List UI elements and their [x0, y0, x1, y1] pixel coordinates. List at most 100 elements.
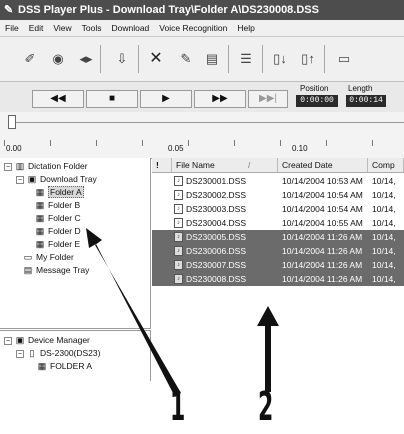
header-file-name[interactable]: File Name / — [172, 158, 278, 172]
table-row[interactable]: ♪ DS230004.DSS 10/14/2004 10:55 AM 10/14, — [152, 216, 404, 230]
table-row[interactable]: ♪ DS230006.DSS 10/14/2004 11:26 AM 10/14, — [152, 244, 404, 258]
created-date-cell: 10/14/2004 10:54 AM — [282, 190, 363, 200]
tree-item-folder-b[interactable]: ▦ Folder B — [34, 199, 80, 211]
play-button[interactable]: ▶ — [140, 90, 192, 108]
table-row[interactable]: ♪ DS230003.DSS 10/14/2004 10:54 AM 10/14, — [152, 202, 404, 216]
created-date-cell: 10/14/2004 11:26 AM — [282, 246, 363, 256]
tree-item-folder-c[interactable]: ▦ Folder C — [34, 212, 81, 224]
ruler-tick — [142, 140, 143, 146]
stop-button[interactable]: ■ — [86, 90, 138, 108]
playback-slider-area: 0.00 0.05 0.10 — [0, 112, 404, 159]
end-button[interactable]: ▶▶| — [248, 90, 288, 108]
completed-date-cell: 10/14, — [372, 274, 396, 284]
rewind-icon[interactable]: ◂▸ — [76, 49, 96, 69]
tree-item-folder-a[interactable]: ▦ Folder A — [34, 186, 84, 198]
dss-file-icon: ♪ — [174, 260, 183, 270]
header-file-name-label: File Name — [176, 160, 215, 170]
sort-indicator-icon: / — [248, 160, 251, 170]
title-bar: ✎ DSS Player Plus - Download Tray\Folder … — [0, 0, 404, 20]
collapse-icon[interactable]: − — [16, 176, 24, 184]
tree-item-device[interactable]: − ▯ DS-2300(DS23) — [16, 347, 100, 359]
menu-edit[interactable]: Edit — [24, 23, 49, 33]
tree-label: DS-2300(DS23) — [40, 348, 101, 358]
table-row[interactable]: ♪ DS230001.DSS 10/14/2004 10:53 AM 10/14, — [152, 174, 404, 188]
header-flag[interactable]: ! — [152, 158, 172, 172]
tree-item-folder-d[interactable]: ▦ Folder D — [34, 225, 81, 237]
folder-tree: − ▥ Dictation Folder − ▣ Download Tray ▦ Fold… — [0, 158, 151, 329]
receive-icon[interactable]: ▯↑ — [298, 49, 318, 69]
edit-icon[interactable]: ✎ — [176, 49, 196, 69]
created-date-cell: 10/14/2004 11:26 AM — [282, 260, 363, 270]
properties-icon[interactable]: ▤ — [202, 49, 222, 69]
position-value: 0:00:00 — [296, 95, 338, 107]
menu-tools[interactable]: Tools — [77, 23, 107, 33]
slider-track[interactable] — [12, 122, 404, 123]
toolbar-separator — [228, 45, 229, 73]
ruler-label-2: 0.10 — [292, 144, 308, 153]
completed-date-cell: 10/14, — [372, 260, 396, 270]
download-icon[interactable]: ⇩ — [112, 49, 132, 69]
tree-label: Folder E — [48, 239, 81, 249]
file-list: ! File Name / Created Date Comp ♪ DS23000… — [152, 158, 404, 303]
fast-forward-button[interactable]: ▶▶ — [194, 90, 246, 108]
window-icon[interactable]: ▭ — [334, 49, 354, 69]
completed-date-cell: 10/14, — [372, 176, 396, 186]
created-date-cell: 10/14/2004 10:53 AM — [282, 176, 363, 186]
ruler-tick — [280, 140, 281, 146]
table-row[interactable]: ♪ DS230007.DSS 10/14/2004 11:26 AM 10/14, — [152, 258, 404, 272]
tree-item-message-tray[interactable]: ▤ Message Tray — [22, 264, 90, 276]
tree-item-download-tray[interactable]: − ▣ Download Tray — [16, 173, 97, 185]
dss-file-icon: ♪ — [174, 218, 183, 228]
toolbar: ✐ ◉ ◂▸ ⇩ ✕ ✎ ▤ ☰ ▯↓ ▯↑ ▭ — [0, 37, 404, 82]
send-icon[interactable]: ▯↓ — [270, 49, 290, 69]
completed-date-cell: 10/14, — [372, 218, 396, 228]
table-row[interactable]: ♪ DS230005.DSS 10/14/2004 11:26 AM 10/14, — [152, 230, 404, 244]
menu-view[interactable]: View — [48, 23, 76, 33]
file-name-cell: DS230007.DSS — [186, 260, 247, 270]
ruler-label-0: 0.00 — [6, 144, 22, 153]
dictate-icon[interactable]: ✐ — [20, 49, 40, 69]
length-label: Length — [348, 84, 373, 93]
created-date-cell: 10/14/2004 10:55 AM — [282, 218, 363, 228]
menu-file[interactable]: File — [0, 23, 24, 33]
collapse-icon[interactable]: − — [16, 350, 24, 358]
collapse-icon[interactable]: − — [4, 163, 12, 171]
list-icon[interactable]: ☰ — [236, 49, 256, 69]
list-header: ! File Name / Created Date Comp — [152, 158, 404, 173]
header-created-date[interactable]: Created Date — [278, 158, 368, 172]
table-row[interactable]: ♪ DS230002.DSS 10/14/2004 10:54 AM 10/14, — [152, 188, 404, 202]
window-title: DSS Player Plus - Download Tray\Folder A… — [18, 4, 319, 16]
tree-item-device-folder-a[interactable]: ▦ FOLDER A — [36, 360, 92, 372]
completed-date-cell: 10/14, — [372, 232, 396, 242]
rewind-button[interactable]: ◀◀ — [32, 90, 84, 108]
collapse-icon[interactable]: − — [4, 337, 12, 345]
delete-icon[interactable]: ✕ — [146, 49, 166, 69]
toolbar-separator — [262, 45, 263, 73]
file-name-cell: DS230008.DSS — [186, 274, 247, 284]
file-name-cell: DS230001.DSS — [186, 176, 247, 186]
tree-label: FOLDER A — [50, 361, 93, 371]
tree-item-device-manager[interactable]: − ▣ Device Manager — [4, 334, 90, 346]
menu-download[interactable]: Download — [106, 23, 154, 33]
slider-thumb[interactable] — [8, 115, 16, 129]
ruler-tick — [96, 140, 97, 146]
menu-voice-recognition[interactable]: Voice Recognition — [154, 23, 232, 33]
menu-help[interactable]: Help — [232, 23, 259, 33]
completed-date-cell: 10/14, — [372, 246, 396, 256]
tree-item-my-folder[interactable]: ▭ My Folder — [22, 251, 74, 263]
menu-bar: File Edit View Tools Download Voice Reco… — [0, 20, 404, 37]
app-pen-icon: ✎ — [4, 4, 14, 16]
tree-label: Folder C — [48, 213, 81, 223]
table-row[interactable]: ♪ DS230008.DSS 10/14/2004 11:26 AM 10/14, — [152, 272, 404, 286]
header-completed-date[interactable]: Comp — [368, 158, 404, 172]
ruler-tick — [4, 140, 5, 146]
tree-label: Message Tray — [36, 265, 90, 275]
play-icon[interactable]: ◉ — [48, 49, 68, 69]
created-date-cell: 10/14/2004 11:26 AM — [282, 274, 363, 284]
tree-item-dictation-folder[interactable]: − ▥ Dictation Folder — [4, 160, 88, 172]
dss-file-icon: ♪ — [174, 204, 183, 214]
tree-item-folder-e[interactable]: ▦ Folder E — [34, 238, 80, 250]
file-name-cell: DS230002.DSS — [186, 190, 247, 200]
folder-b-icon: ▦ — [35, 200, 45, 210]
recorder-icon: ▯ — [29, 348, 35, 358]
